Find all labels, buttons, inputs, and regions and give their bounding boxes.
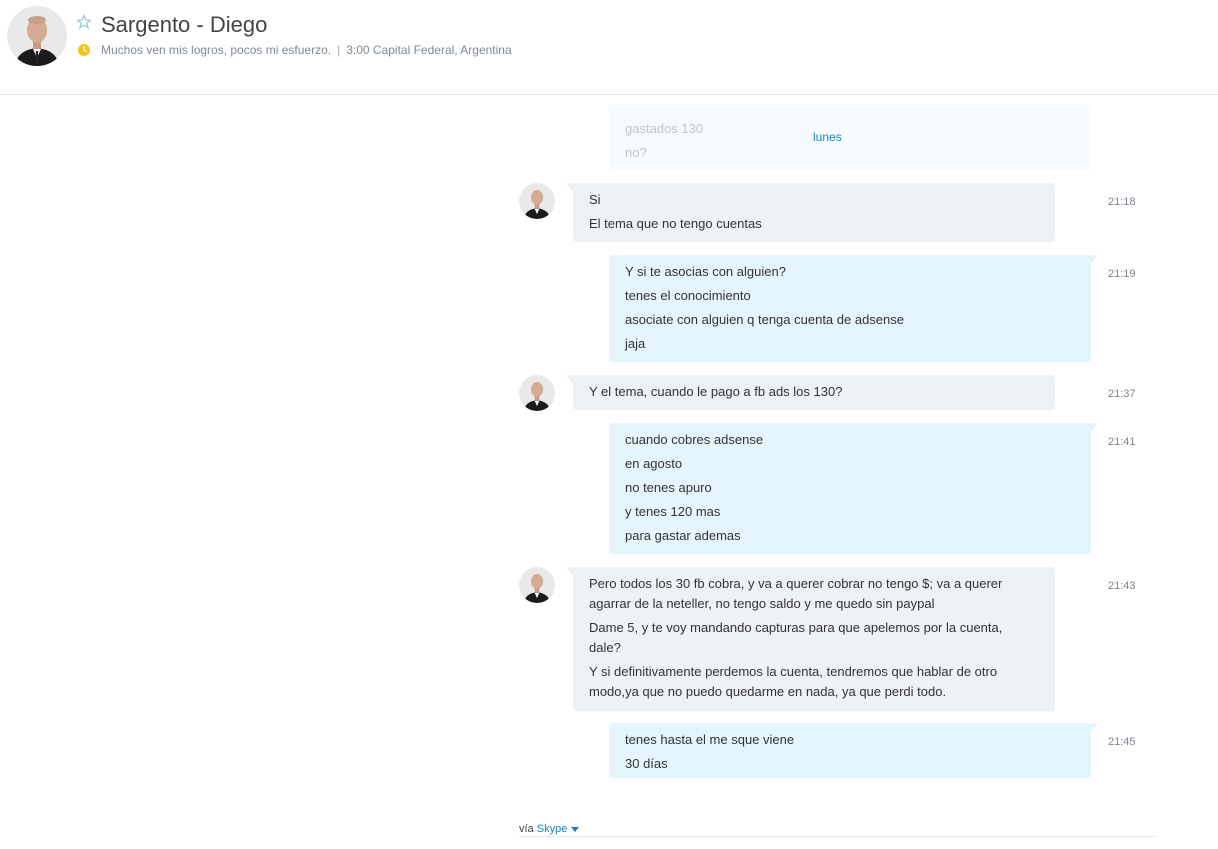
message-timestamp: 21:43 <box>1108 580 1136 592</box>
sender-avatar[interactable] <box>519 567 555 603</box>
message-line: Y el tema, cuando le pago a fb ads los 1… <box>589 384 843 399</box>
message-line: para gastar ademas <box>625 528 741 543</box>
faded-message-line: gastados 130 <box>625 121 704 136</box>
via-label: vía <box>519 823 534 835</box>
sender-avatar[interactable] <box>519 183 555 219</box>
message-line: Y si te asocias con alguien? <box>625 264 786 279</box>
faded-message-line: no? <box>625 145 647 160</box>
mood-separator: | <box>337 43 341 57</box>
message-line: en agosto <box>625 456 683 471</box>
message-line: y tenes 120 mas <box>625 504 721 519</box>
via-skype-selector[interactable]: vía Skype <box>519 823 580 835</box>
mood-message: Muchos ven mis logros, pocos mi esfuerzo… <box>101 43 332 57</box>
via-app-link[interactable]: Skype <box>537 823 568 835</box>
conversation-area[interactable]: gastados 130 no? lunes Si El tema que no… <box>0 95 1218 849</box>
message-bubble-incoming[interactable]: Pero todos los 30 fb cobra, y va a quere… <box>566 567 1055 711</box>
favorite-star-icon[interactable] <box>75 14 93 30</box>
message-bubble-incoming[interactable]: Y el tema, cuando le pago a fb ads los 1… <box>566 375 1055 410</box>
day-separator-label: lunes <box>813 130 842 144</box>
message-line: tenes el conocimiento <box>625 288 751 303</box>
chat-header: Sargento - Diego Muchos ven mis logros, … <box>0 0 1218 95</box>
message-timestamp: 21:18 <box>1108 196 1136 208</box>
mood-and-location: Muchos ven mis logros, pocos mi esfuerzo… <box>101 43 512 57</box>
away-status-icon <box>78 43 90 56</box>
message-timestamp: 21:37 <box>1108 388 1136 400</box>
message-line: no tenes apuro <box>625 480 712 495</box>
message-bubble-outgoing[interactable]: Y si te asocias con alguien? tenes el co… <box>609 255 1098 362</box>
sender-avatar[interactable] <box>519 375 555 411</box>
message-line: Pero todos los 30 fb cobra, y va a quere… <box>589 576 1003 611</box>
message-line: tenes hasta el me sque viene <box>625 732 795 747</box>
message-bubble-incoming[interactable]: Si El tema que no tengo cuentas <box>566 183 1055 242</box>
message-line: jaja <box>625 336 646 351</box>
message-bubble-outgoing[interactable]: cuando cobres adsense en agosto no tenes… <box>609 423 1098 554</box>
contact-avatar[interactable] <box>7 6 67 66</box>
message-line: cuando cobres adsense <box>625 432 764 447</box>
message-line: El tema que no tengo cuentas <box>589 216 762 231</box>
message-timestamp: 21:45 <box>1108 736 1136 748</box>
contact-name[interactable]: Sargento - Diego <box>101 12 267 38</box>
message-line: Si <box>589 192 601 207</box>
message-line: asociate con alguien q tenga cuenta de a… <box>625 312 904 327</box>
local-time: 3:00 Capital Federal, Argentina <box>346 43 512 57</box>
message-timestamp: 21:41 <box>1108 436 1136 448</box>
message-timestamp: 21:19 <box>1108 268 1136 280</box>
compose-divider <box>519 836 1155 837</box>
message-line: 30 días <box>625 756 668 771</box>
message-bubble-outgoing[interactable]: tenes hasta el me sque viene 30 días <box>609 723 1098 778</box>
chevron-down-icon[interactable] <box>571 826 580 832</box>
message-line: Dame 5, y te voy mandando capturas para … <box>589 620 1003 655</box>
message-line: Y si definitivamente perdemos la cuenta,… <box>589 664 998 699</box>
faded-message-bubble: gastados 130 no? <box>609 105 1091 170</box>
